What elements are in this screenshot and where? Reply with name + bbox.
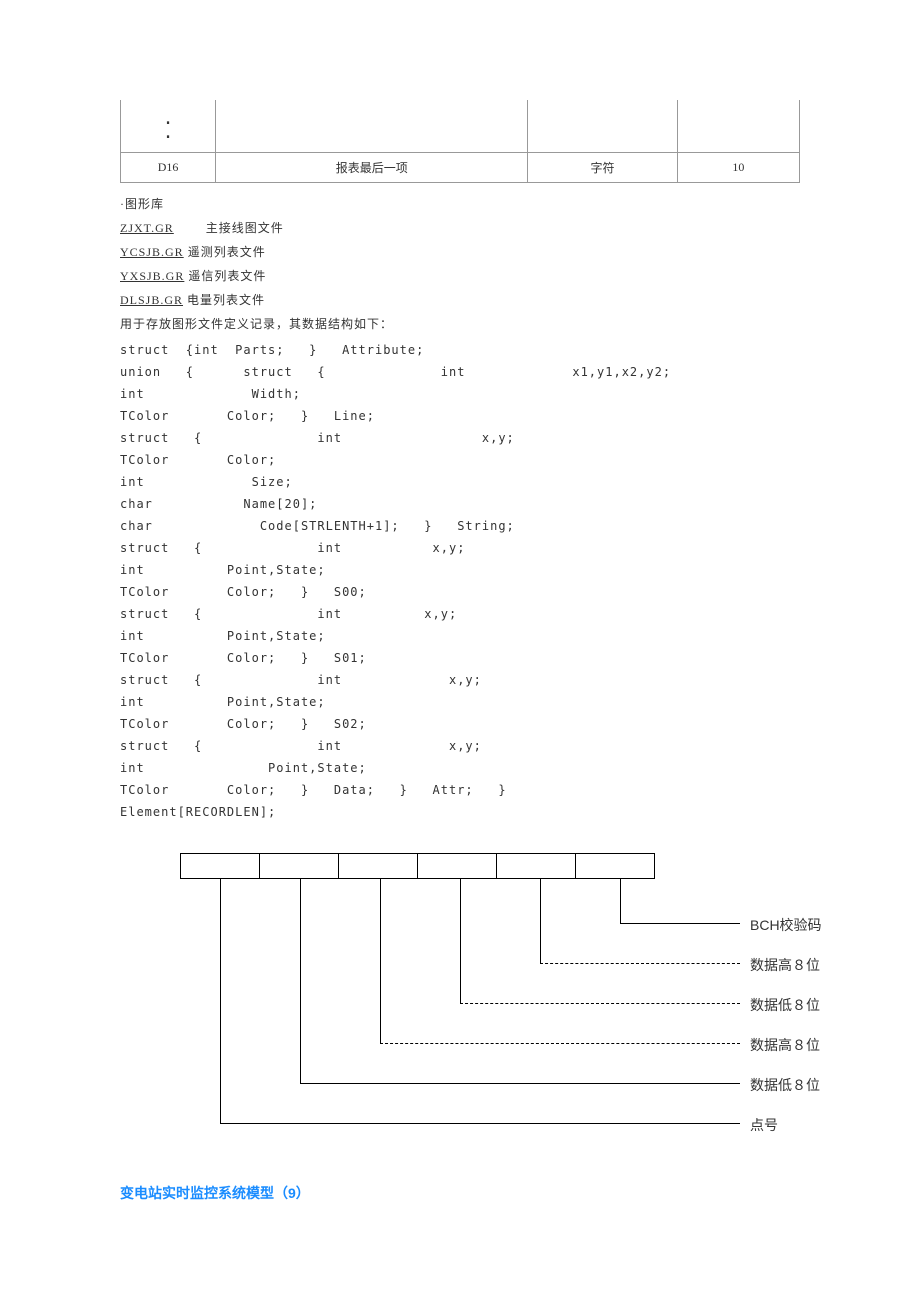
- code-struct: struct {int Parts; } Attribute; union { …: [120, 339, 800, 823]
- table-row: D16 报表最后一项 字符 10: [121, 153, 800, 183]
- table-cell-dots: . .: [129, 112, 207, 140]
- label-bch: BCH校验码: [750, 915, 822, 935]
- page-footer-title: 变电站实时监控系统模型（9）: [120, 1183, 800, 1203]
- label-high8-2: 数据高８位: [750, 1035, 820, 1055]
- table-cell-c4: 10: [677, 153, 799, 183]
- frame-diagram: BCH校验码 数据高８位 数据低８位 数据高８位 数据低８位 点号: [180, 853, 880, 1153]
- struct-desc: 用于存放图形文件定义记录，其数据结构如下：: [120, 313, 800, 335]
- file-dlsjb: DLSJB.GR: [120, 293, 183, 307]
- frame-box-4: [417, 853, 497, 879]
- bullet-graphic-lib: ·图形库: [120, 193, 800, 215]
- file-ycsjb: YCSJB.GR: [120, 245, 184, 259]
- body-text: ·图形库 ZJXT.GR 主接线图文件 YCSJB.GR 遥测列表文件 YXSJ…: [120, 193, 800, 823]
- file-ycsjb-desc: 遥测列表文件: [188, 245, 266, 259]
- label-high8-1: 数据高８位: [750, 955, 820, 975]
- table-cell-c1: D16: [121, 153, 216, 183]
- frame-box-6: [575, 853, 655, 879]
- frame-box-5: [496, 853, 576, 879]
- frame-box-2: [259, 853, 339, 879]
- frame-box-3: [338, 853, 418, 879]
- data-table: . . D16 报表最后一项 字符 10: [120, 100, 800, 183]
- label-low8-1: 数据低８位: [750, 995, 820, 1015]
- file-yxsjb: YXSJB.GR: [120, 269, 184, 283]
- table-cell-c2: 报表最后一项: [216, 153, 528, 183]
- file-yxsjb-desc: 遥信列表文件: [188, 269, 266, 283]
- file-zjxt: ZJXT.GR: [120, 221, 174, 235]
- file-dlsjb-desc: 电量列表文件: [187, 293, 265, 307]
- file-zjxt-desc: 主接线图文件: [206, 221, 284, 235]
- label-low8-2: 数据低８位: [750, 1075, 820, 1095]
- table-cell-c3: 字符: [528, 153, 677, 183]
- label-pointno: 点号: [750, 1115, 778, 1135]
- frame-box-1: [180, 853, 260, 879]
